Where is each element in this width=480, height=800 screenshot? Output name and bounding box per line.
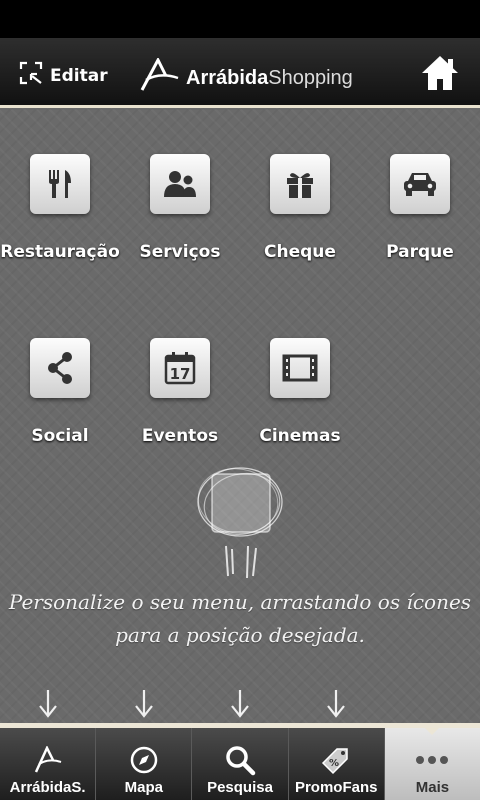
fork-knife-icon (30, 154, 90, 214)
edit-label: Editar (50, 65, 108, 86)
tag-icon: % (319, 741, 353, 779)
drag-hint-illustration (197, 467, 283, 579)
tile-servicos[interactable]: Serviços (120, 154, 240, 262)
tile-cheque[interactable]: Cheque (240, 154, 360, 262)
edit-button[interactable]: Editar (18, 60, 108, 91)
tab-label: Pesquisa (207, 779, 273, 796)
calendar-icon: 17 (150, 338, 210, 398)
tile-parque[interactable]: Parque (360, 154, 480, 262)
more-dots-icon (414, 741, 450, 779)
search-icon (224, 741, 256, 779)
tab-pesquisa[interactable]: Pesquisa (192, 728, 289, 800)
car-icon (390, 154, 450, 214)
tile-label: Eventos (141, 426, 219, 446)
home-icon (422, 56, 458, 90)
tile-label: Cinemas (259, 426, 341, 446)
film-icon (270, 338, 330, 398)
tab-label: ArrábidaS. (9, 779, 86, 796)
compass-icon (129, 741, 159, 779)
down-arrow-icon (135, 690, 153, 718)
active-tab-indicator (424, 727, 441, 735)
tile-eventos[interactable]: 17 Eventos (120, 338, 240, 446)
tile-label: Social (31, 426, 89, 446)
tile-label: Parque (386, 242, 454, 262)
home-button[interactable] (420, 54, 460, 92)
people-icon (150, 154, 210, 214)
arrabida-logo-icon (33, 741, 63, 779)
top-header: Editar ArrábidaShopping (0, 38, 480, 108)
status-bar (0, 0, 480, 38)
tab-mapa[interactable]: Mapa (96, 728, 193, 800)
logo-text-light: Shopping (268, 66, 353, 89)
calendar-day: 17 (170, 365, 191, 383)
hint-line-2: para a posição desejada. (115, 623, 365, 647)
tile-label: Cheque (264, 242, 336, 262)
app-logo: ArrábidaShopping (140, 56, 353, 98)
tile-label: Serviços (139, 242, 221, 262)
hint-line-1: Personalize o seu menu, arrastando os íc… (8, 590, 472, 614)
menu-grid: Restauração Serviços Cheque Parque Socia… (0, 108, 480, 728)
tile-social[interactable]: Social (0, 338, 120, 446)
logo-text-bold: Arrábida (186, 66, 269, 89)
share-icon (30, 338, 90, 398)
tab-label: PromoFans (294, 779, 378, 796)
down-arrow-icon (231, 690, 249, 718)
bottom-tab-bar: ArrábidaS. Mapa Pesquisa % PromoFans Mai… (0, 727, 480, 800)
arrabida-logo-icon (140, 56, 180, 98)
down-arrow-icon (327, 690, 345, 718)
tab-mais[interactable]: Mais (384, 727, 480, 800)
down-arrow-icon (39, 690, 57, 718)
customize-hint: Personalize o seu menu, arrastando os íc… (0, 586, 480, 652)
tab-arrabidas[interactable]: ArrábidaS. (0, 728, 97, 800)
tile-cinemas[interactable]: Cinemas (240, 338, 360, 446)
gift-icon (270, 154, 330, 214)
edit-arrange-icon (18, 60, 44, 91)
tab-label: Mapa (124, 779, 163, 796)
tile-label: Restauração (0, 242, 120, 262)
tab-label: Mais (415, 779, 450, 796)
tag-text: % (329, 758, 339, 769)
tab-promofans[interactable]: % PromoFans (289, 728, 385, 800)
tile-restauracao[interactable]: Restauração (0, 154, 120, 262)
